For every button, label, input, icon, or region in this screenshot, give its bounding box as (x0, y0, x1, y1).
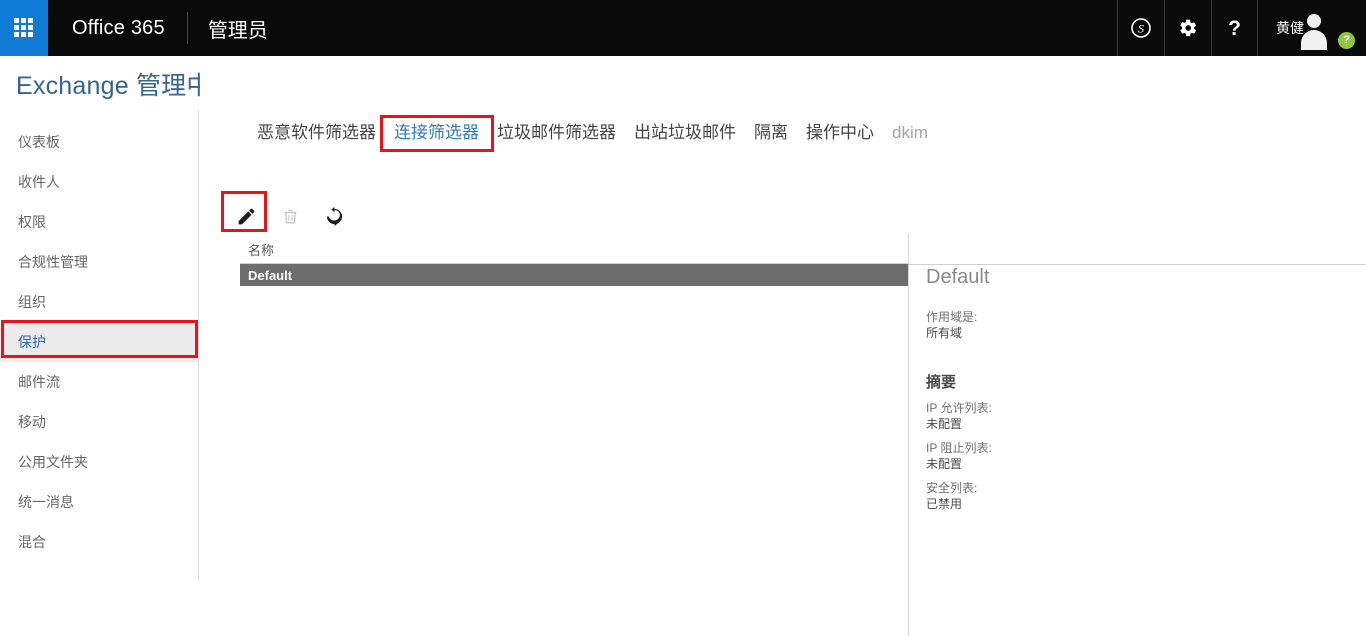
details-field-label: 安全列表: (926, 481, 978, 495)
sidebar-item-label: 公用文件夹 (18, 454, 88, 470)
details-field-ip-allow: IP 允许列表: 未配置 (926, 400, 1346, 432)
grid-column-name[interactable]: 名称 (240, 240, 274, 259)
avatar[interactable]: ? (1301, 8, 1355, 50)
app-name-admin[interactable]: 管理员 (188, 0, 288, 56)
help-question-icon[interactable]: ? (1211, 0, 1258, 56)
office365-brand-link[interactable]: Office 365 (48, 0, 187, 56)
details-field-value: 未配置 (926, 417, 963, 431)
app-launcher-waffle-icon[interactable] (0, 0, 48, 56)
sidebar-item-recipients[interactable]: 收件人 (0, 162, 198, 202)
main-content: 恶意软件筛选器 连接筛选器 垃圾邮件筛选器 出站垃圾邮件 隔离 操作中心 dki… (200, 56, 1366, 636)
grid-details-divider (908, 234, 909, 636)
details-scope: 作用域是: 所有域 (926, 309, 1346, 341)
details-field-label: IP 允许列表: (926, 401, 992, 415)
sidebar-item-label: 权限 (18, 214, 46, 230)
sidebar-item-permissions[interactable]: 权限 (0, 202, 198, 242)
details-field-ip-block: IP 阻止列表: 未配置 (926, 440, 1346, 472)
details-field-value: 未配置 (926, 457, 963, 471)
sidebar-item-label: 合规性管理 (18, 254, 88, 270)
user-account-menu[interactable]: 黄健 ? (1258, 0, 1366, 56)
edit-pencil-icon[interactable] (224, 194, 268, 238)
sidebar-nav: 仪表板 收件人 权限 合规性管理 组织 保护 邮件流 移动 公用文件夹 统一消息… (0, 110, 199, 580)
sidebar-item-organization[interactable]: 组织 (0, 282, 198, 322)
settings-gear-icon[interactable] (1164, 0, 1211, 56)
tab-malware-filter[interactable]: 恶意软件筛选器 (248, 118, 385, 143)
help-glyph: ? (1228, 16, 1241, 40)
tab-bar: 恶意软件筛选器 连接筛选器 垃圾邮件筛选器 出站垃圾邮件 隔离 操作中心 dki… (248, 118, 937, 143)
sidebar-item-compliance[interactable]: 合规性管理 (0, 242, 198, 282)
table-row[interactable]: Default (240, 264, 908, 286)
suite-icon-group: S ? (1117, 0, 1258, 56)
grid-cell-name: Default (248, 267, 293, 283)
sidebar-item-label: 移动 (18, 414, 46, 430)
details-field-safe-list: 安全列表: 已禁用 (926, 480, 1346, 512)
sidebar-item-hybrid[interactable]: 混合 (0, 522, 198, 562)
details-scope-label: 作用域是: (926, 310, 978, 324)
tab-outbound-spam[interactable]: 出站垃圾邮件 (625, 118, 745, 143)
details-title: Default (926, 266, 990, 288)
details-scope-value: 所有域 (926, 326, 963, 340)
suite-spacer (288, 0, 1117, 56)
rules-grid: 名称 Default (240, 234, 908, 286)
details-header-rule (909, 264, 1366, 265)
sidebar-item-label: 混合 (18, 534, 46, 550)
grid-header-row: 名称 (240, 234, 908, 264)
user-name: 黄健 (1276, 20, 1304, 36)
sidebar-item-protection[interactable]: 保护 (0, 322, 198, 362)
delete-trash-icon (268, 194, 312, 238)
details-field-value: 已禁用 (926, 497, 963, 511)
sidebar-item-dashboard[interactable]: 仪表板 (0, 122, 198, 162)
details-field-label: IP 阻止列表: (926, 441, 992, 455)
sidebar-item-label: 组织 (18, 294, 46, 310)
suite-bar: Office 365 管理员 S ? 黄健 ? (0, 0, 1366, 56)
details-summary-heading: 摘要 (926, 374, 957, 391)
refresh-icon[interactable] (312, 194, 356, 238)
avatar-status-badge-icon: ? (1338, 32, 1355, 49)
tab-quarantine[interactable]: 隔离 (745, 118, 797, 143)
tab-action-center[interactable]: 操作中心 (797, 118, 883, 143)
skype-icon[interactable]: S (1117, 0, 1164, 56)
svg-text:S: S (1138, 22, 1144, 36)
sidebar-item-label: 统一消息 (18, 494, 74, 510)
sidebar-item-label: 保护 (18, 334, 46, 350)
details-spacer (926, 349, 1346, 371)
waffle-grid (14, 18, 34, 38)
tab-spam-filter[interactable]: 垃圾邮件筛选器 (488, 118, 625, 143)
tab-connection-filter[interactable]: 连接筛选器 (385, 118, 488, 143)
sidebar-item-label: 仪表板 (18, 134, 60, 150)
sidebar-item-mail-flow[interactable]: 邮件流 (0, 362, 198, 402)
sidebar-item-label: 收件人 (18, 174, 60, 190)
sidebar-item-public-folders[interactable]: 公用文件夹 (0, 442, 198, 482)
sidebar-item-label: 邮件流 (18, 374, 60, 390)
tab-dkim[interactable]: dkim (883, 123, 937, 143)
grid-toolbar (224, 194, 356, 238)
sidebar-item-unified-messaging[interactable]: 统一消息 (0, 482, 198, 522)
sidebar-item-mobile[interactable]: 移动 (0, 402, 198, 442)
details-pane: Default 作用域是: 所有域 摘要 IP 允许列表: 未配置 IP 阻止列… (926, 266, 1346, 520)
